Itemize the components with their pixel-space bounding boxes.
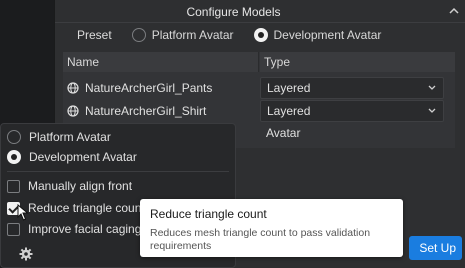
type-dropdown[interactable]: Layered: [260, 77, 444, 99]
column-header-name[interactable]: Name: [63, 52, 259, 72]
chevron-down-icon: [428, 85, 436, 90]
globe-icon: [67, 105, 79, 117]
radio-label: Development Avatar: [29, 150, 137, 164]
model-name-cell: NatureArcherGirl_Shirt: [63, 100, 259, 122]
type-dropdown[interactable]: Layered: [260, 100, 444, 122]
radio-development-avatar[interactable]: [253, 28, 268, 42]
model-name: NatureArcherGirl_Shirt: [85, 104, 207, 118]
checkbox-label: Improve facial caging: [28, 222, 142, 236]
chevron-down-icon: [428, 108, 436, 113]
radio-label: Platform Avatar: [29, 130, 111, 144]
title-divider: [55, 22, 465, 23]
type-value: Avatar: [260, 122, 444, 144]
type-dropdown-value: Layered: [267, 81, 311, 95]
table-row[interactable]: NatureArcherGirl_Shirt Layered: [63, 100, 455, 122]
checkbox-label: Reduce triangle count: [28, 201, 145, 215]
model-name-cell: NatureArcherGirl_Pants: [63, 77, 259, 99]
column-header-type[interactable]: Type: [260, 52, 455, 72]
checkbox-manually-align-front[interactable]: Manually align front: [7, 176, 132, 196]
checkbox[interactable]: [7, 222, 20, 236]
globe-icon: [67, 82, 79, 94]
panel-radio-development-avatar[interactable]: Development Avatar: [7, 147, 137, 167]
tooltip: Reduce triangle count Reduces mesh trian…: [140, 199, 403, 257]
panel-divider: [7, 171, 229, 172]
chevron-up-icon[interactable]: [446, 4, 462, 18]
radio-platform-avatar-label[interactable]: Platform Avatar: [152, 28, 234, 42]
table-row[interactable]: NatureArcherGirl_Pants Layered: [63, 77, 455, 99]
radio-development-avatar-label[interactable]: Development Avatar: [274, 28, 382, 42]
type-value-text: Avatar: [266, 126, 301, 140]
checkbox[interactable]: [7, 179, 20, 193]
preset-row: Preset Platform Avatar Development Avata…: [77, 24, 395, 46]
radio-button[interactable]: [7, 150, 21, 164]
radio-button[interactable]: [7, 130, 21, 144]
tooltip-description: Reduces mesh triangle count to pass vali…: [150, 227, 371, 252]
dialog-title: Configure Models: [186, 5, 281, 19]
panel-radio-platform-avatar[interactable]: Platform Avatar: [7, 127, 111, 147]
tooltip-title: Reduce triangle count: [150, 207, 267, 221]
model-name: NatureArcherGirl_Pants: [85, 81, 213, 95]
type-dropdown-value: Layered: [267, 104, 311, 118]
preset-label: Preset: [77, 28, 112, 42]
checkbox-improve-facial-caging[interactable]: Improve facial caging: [7, 219, 141, 239]
mouse-cursor-icon: [17, 204, 29, 221]
radio-platform-avatar[interactable]: [131, 28, 146, 42]
gear-icon[interactable]: [19, 247, 33, 261]
checkbox-label: Manually align front: [28, 179, 133, 193]
set-up-button[interactable]: Set Up: [409, 236, 462, 260]
